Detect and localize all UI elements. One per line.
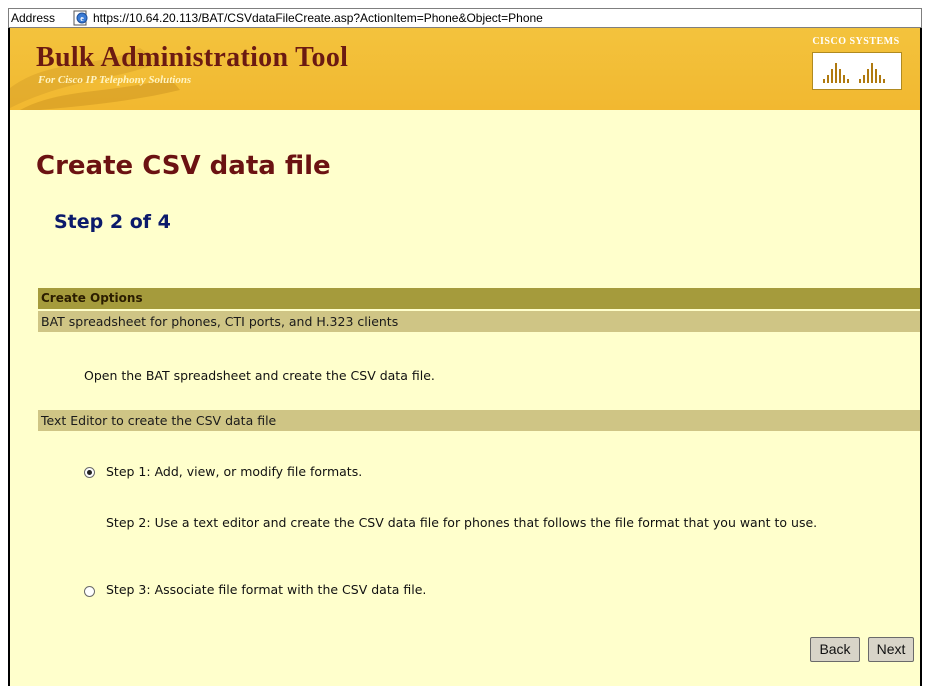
address-bar: Address e https://10.64.20.113/BAT/CSVda… <box>8 8 922 28</box>
svg-text:e: e <box>80 14 84 23</box>
step1-radio[interactable] <box>84 467 95 478</box>
step2-text: Step 2: Use a text editor and create the… <box>106 515 818 530</box>
back-button[interactable]: Back <box>810 637 860 662</box>
next-button[interactable]: Next <box>868 637 914 662</box>
step-indicator: Step 2 of 4 <box>54 211 171 233</box>
cisco-logo-text: CISCO SYSTEMS <box>812 36 900 47</box>
step3-radio[interactable] <box>84 586 95 597</box>
step1-label: Step 1: Add, view, or modify file format… <box>106 464 363 479</box>
bat-spreadsheet-heading: BAT spreadsheet for phones, CTI ports, a… <box>38 311 920 332</box>
bat-spreadsheet-instruction: Open the BAT spreadsheet and create the … <box>84 368 435 383</box>
cisco-logo: CISCO SYSTEMS <box>808 36 904 94</box>
cisco-bridge-icon <box>812 52 902 90</box>
app-title: Bulk Administration Tool <box>36 42 349 73</box>
ie-page-icon: e <box>73 10 88 26</box>
address-label: Address <box>11 11 56 25</box>
banner: Bulk Administration Tool For Cisco IP Te… <box>10 28 920 110</box>
create-options-header: Create Options <box>38 288 920 309</box>
url-field[interactable]: https://10.64.20.113/BAT/CSVdataFileCrea… <box>93 9 543 27</box>
text-editor-heading: Text Editor to create the CSV data file <box>38 410 920 431</box>
app-subtitle: For Cisco IP Telephony Solutions <box>38 74 192 86</box>
page-title: Create CSV data file <box>36 151 331 181</box>
page-content: Bulk Administration Tool For Cisco IP Te… <box>8 28 922 686</box>
step3-label: Step 3: Associate file format with the C… <box>106 582 427 597</box>
